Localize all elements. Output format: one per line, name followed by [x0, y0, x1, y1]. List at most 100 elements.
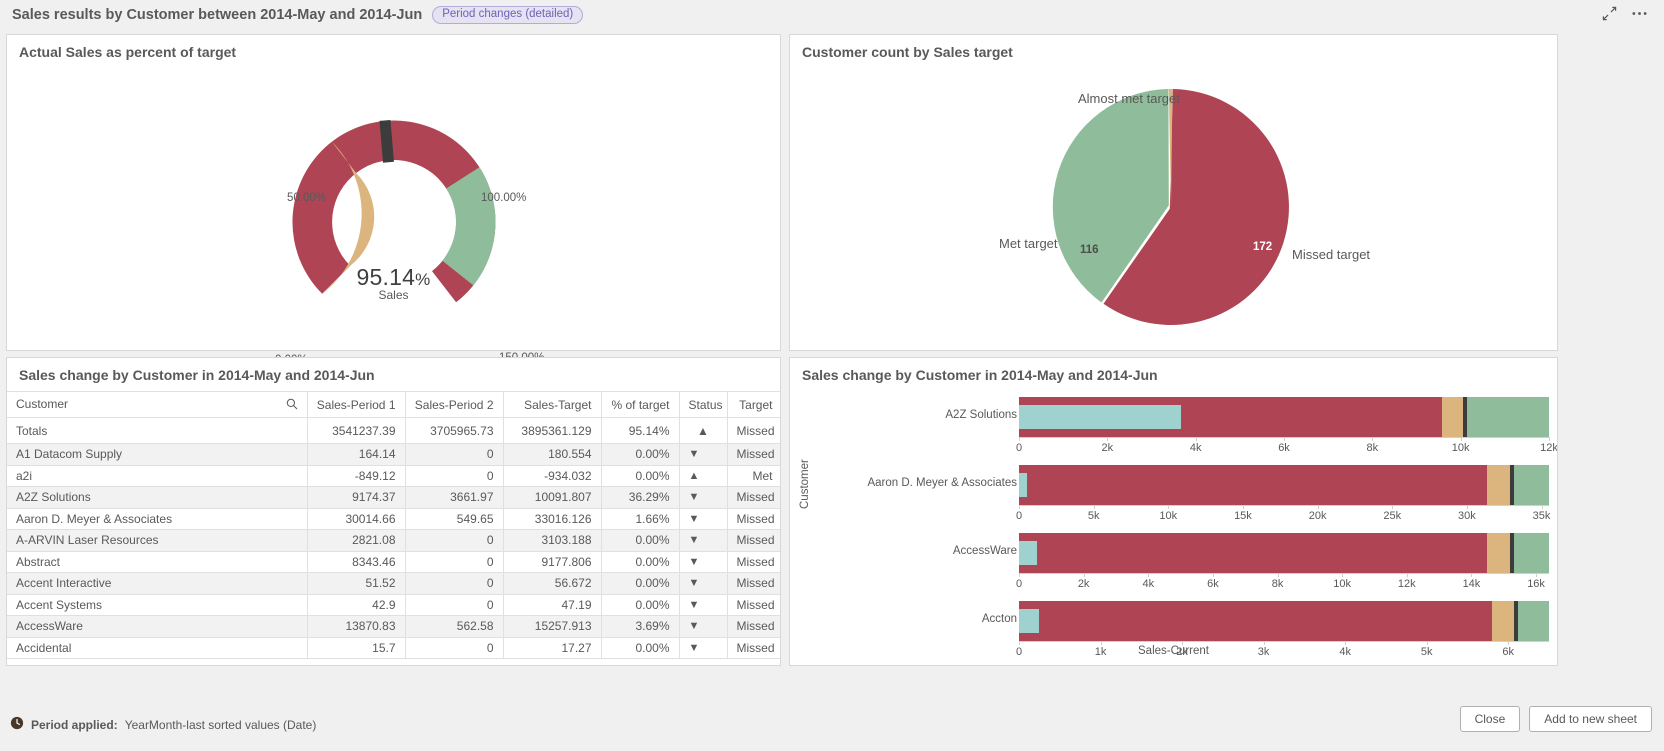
cell-sales-period-2[interactable]: 549.65 [405, 508, 503, 530]
cell-pct-of-target[interactable]: 0.00% [601, 551, 679, 573]
cell-sales-target[interactable]: 180.554 [503, 444, 601, 466]
cell-pct-of-target[interactable]: 36.29% [601, 487, 679, 509]
cell-customer[interactable]: Accent Interactive [7, 573, 307, 595]
cell-sales-period-1[interactable]: -849.12 [307, 465, 405, 487]
bullet-track[interactable] [1019, 533, 1549, 573]
cell-pct-of-target[interactable]: 95.14% [601, 418, 679, 444]
col-header-sales-period-2[interactable]: Sales-Period 2 [405, 392, 503, 418]
cell-target[interactable]: Missed [727, 444, 780, 466]
cell-customer[interactable]: a2i [7, 465, 307, 487]
cell-sales-period-2[interactable]: 0 [405, 551, 503, 573]
cell-pct-of-target[interactable]: 1.66% [601, 508, 679, 530]
cell-pct-of-target[interactable]: 0.00% [601, 465, 679, 487]
table-row[interactable]: A1 Datacom Supply164.140180.5540.00%▼Mis… [7, 444, 780, 466]
gauge-chart[interactable]: 0.00% 50.00% 100.00% 150.00% 95.14% Sale… [7, 68, 780, 323]
search-icon[interactable] [286, 398, 298, 413]
cell-sales-target[interactable]: 10091.807 [503, 487, 601, 509]
cell-pct-of-target[interactable]: 3.69% [601, 616, 679, 638]
cell-target[interactable]: Missed [727, 487, 780, 509]
cell-status[interactable]: ▼ [679, 487, 727, 509]
cell-customer[interactable]: Accent Systems [7, 594, 307, 616]
bullet-track[interactable] [1019, 397, 1549, 437]
cell-sales-period-1[interactable]: 30014.66 [307, 508, 405, 530]
col-header-target[interactable]: Target [727, 392, 780, 418]
cell-target[interactable]: Missed [727, 418, 780, 444]
pie-chart[interactable]: Almost met target Met target Missed targ… [790, 68, 1557, 323]
cell-sales-period-1[interactable]: 51.52 [307, 573, 405, 595]
bullet-actual-bar[interactable] [1019, 473, 1027, 497]
cell-pct-of-target[interactable]: 0.00% [601, 444, 679, 466]
cell-sales-target[interactable]: 9177.806 [503, 551, 601, 573]
cell-sales-target[interactable]: 15257.913 [503, 616, 601, 638]
cell-sales-period-2[interactable]: 0 [405, 573, 503, 595]
cell-target[interactable]: Missed [727, 573, 780, 595]
cell-status[interactable]: ▼ [679, 637, 727, 659]
cell-customer[interactable]: A2Z Solutions [7, 487, 307, 509]
cell-sales-target[interactable]: 17.27 [503, 637, 601, 659]
bullet-actual-bar[interactable] [1019, 405, 1181, 429]
cell-sales-period-1[interactable]: 8343.46 [307, 551, 405, 573]
cell-status[interactable]: ▼ [679, 444, 727, 466]
table-row[interactable]: Accent Interactive51.52056.6720.00%▼Miss… [7, 573, 780, 595]
add-to-new-sheet-button[interactable]: Add to new sheet [1529, 706, 1652, 732]
cell-pct-of-target[interactable]: 0.00% [601, 530, 679, 552]
cell-customer[interactable]: Accidental [7, 637, 307, 659]
cell-sales-target[interactable]: -934.032 [503, 465, 601, 487]
cell-target[interactable]: Missed [727, 594, 780, 616]
cell-customer[interactable]: Abstract [7, 551, 307, 573]
cell-status[interactable]: ▲ [679, 465, 727, 487]
cell-status[interactable]: ▼ [679, 616, 727, 638]
cell-customer[interactable]: A1 Datacom Supply [7, 444, 307, 466]
col-header-customer[interactable]: Customer [7, 392, 307, 418]
cell-target[interactable]: Missed [727, 530, 780, 552]
cell-target[interactable]: Missed [727, 637, 780, 659]
cell-target[interactable]: Met [727, 465, 780, 487]
cell-sales-period-2[interactable]: 3705965.73 [405, 418, 503, 444]
period-changes-badge[interactable]: Period changes (detailed) [432, 6, 583, 25]
ellipsis-icon[interactable] [1631, 6, 1648, 24]
cell-status[interactable]: ▼ [679, 594, 727, 616]
cell-sales-period-2[interactable]: 0 [405, 637, 503, 659]
cell-status[interactable]: ▼ [679, 530, 727, 552]
col-header-sales-target[interactable]: Sales-Target [503, 392, 601, 418]
cell-customer[interactable]: Aaron D. Meyer & Associates [7, 508, 307, 530]
cell-status[interactable]: ▼ [679, 508, 727, 530]
table-row[interactable]: Accent Systems42.9047.190.00%▼Missed [7, 594, 780, 616]
cell-sales-period-1[interactable]: 13870.83 [307, 616, 405, 638]
table-row[interactable]: A2Z Solutions9174.373661.9710091.80736.2… [7, 487, 780, 509]
close-button[interactable]: Close [1460, 706, 1521, 732]
cell-sales-target[interactable]: 47.19 [503, 594, 601, 616]
cell-sales-target[interactable]: 33016.126 [503, 508, 601, 530]
col-header-sales-period-1[interactable]: Sales-Period 1 [307, 392, 405, 418]
cell-status[interactable]: ▲ [679, 418, 727, 444]
cell-sales-period-1[interactable]: 2821.08 [307, 530, 405, 552]
collapse-icon[interactable] [1602, 6, 1617, 24]
cell-sales-period-2[interactable]: 0 [405, 594, 503, 616]
cell-customer[interactable]: Totals [7, 418, 307, 444]
cell-sales-period-1[interactable]: 3541237.39 [307, 418, 405, 444]
cell-pct-of-target[interactable]: 0.00% [601, 594, 679, 616]
cell-sales-period-2[interactable]: 0 [405, 444, 503, 466]
cell-sales-target[interactable]: 3103.188 [503, 530, 601, 552]
table-row[interactable]: Abstract8343.4609177.8060.00%▼Missed [7, 551, 780, 573]
cell-sales-period-1[interactable]: 15.7 [307, 637, 405, 659]
cell-sales-target[interactable]: 56.672 [503, 573, 601, 595]
bullet-track[interactable] [1019, 465, 1549, 505]
table-row[interactable]: A-ARVIN Laser Resources2821.0803103.1880… [7, 530, 780, 552]
cell-sales-period-2[interactable]: 3661.97 [405, 487, 503, 509]
col-header-pct-of-target[interactable]: % of target [601, 392, 679, 418]
bullet-actual-bar[interactable] [1019, 541, 1037, 565]
cell-pct-of-target[interactable]: 0.00% [601, 573, 679, 595]
cell-status[interactable]: ▼ [679, 573, 727, 595]
cell-sales-period-2[interactable]: 562.58 [405, 616, 503, 638]
bullet-bar-chart[interactable]: Customer A2Z Solutions02k4k6k8k10k12kAar… [790, 391, 1557, 659]
cell-sales-period-2[interactable]: 0 [405, 530, 503, 552]
table-row[interactable]: AccessWare13870.83562.5815257.9133.69%▼M… [7, 616, 780, 638]
cell-target[interactable]: Missed [727, 616, 780, 638]
cell-sales-target[interactable]: 3895361.129 [503, 418, 601, 444]
bullet-actual-bar[interactable] [1019, 609, 1039, 633]
cell-target[interactable]: Missed [727, 508, 780, 530]
cell-sales-period-1[interactable]: 164.14 [307, 444, 405, 466]
cell-customer[interactable]: A-ARVIN Laser Resources [7, 530, 307, 552]
cell-customer[interactable]: AccessWare [7, 616, 307, 638]
